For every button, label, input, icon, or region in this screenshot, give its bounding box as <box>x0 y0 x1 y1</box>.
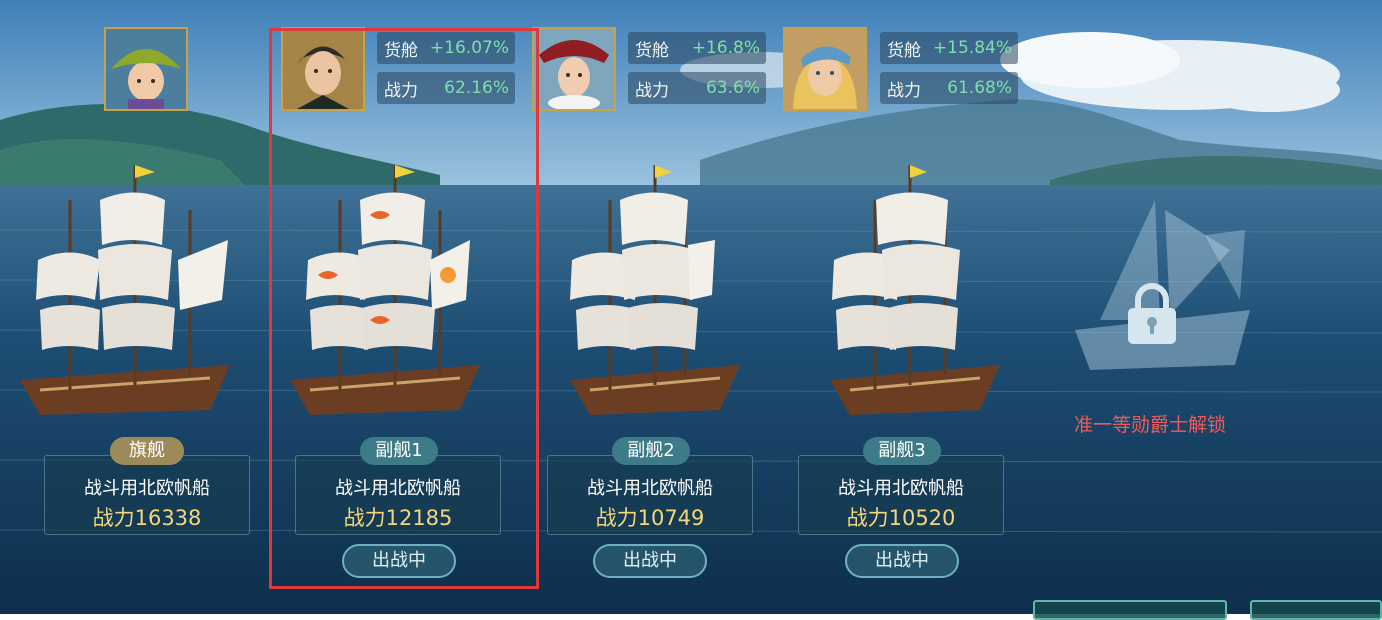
escort-ship-2-illustration <box>570 165 740 415</box>
ship-power: 战力10749 <box>595 506 705 530</box>
flagship-card[interactable]: 战斗用北欧帆船 战力16338 <box>44 455 250 535</box>
captain-green-hat-icon <box>106 29 186 109</box>
escort-ship-3-illustration <box>830 165 1000 415</box>
bottom-action-button-1[interactable] <box>1033 600 1227 620</box>
captain-red-hat-icon <box>534 29 614 109</box>
escort-ship-2-deploy-button[interactable]: 出战中 <box>593 544 707 578</box>
stat-label: 货舱 <box>635 40 669 61</box>
ship-power: 战力16338 <box>92 506 202 530</box>
escort-ship-2-tag: 副舰2 <box>612 437 690 465</box>
escort-ship-3-deploy-button[interactable]: 出战中 <box>845 544 959 578</box>
stat-label: 战力 <box>887 80 921 101</box>
stat-label: 战力 <box>635 80 669 101</box>
ship-name: 战斗用北欧帆船 <box>587 478 713 499</box>
escort-ship-3-card[interactable]: 战斗用北欧帆船 战力10520 <box>798 455 1004 535</box>
unlock-requirement-text: 准一等勋爵士解锁 <box>1073 414 1226 436</box>
flagship-illustration <box>20 165 230 415</box>
selected-ship-highlight <box>269 28 539 589</box>
escort-3-power-bonus: 战力 61.68% <box>880 72 1018 104</box>
escort-3-captain-avatar[interactable] <box>783 27 867 111</box>
ship-power: 战力10520 <box>846 506 956 530</box>
escort-ship-2-card[interactable]: 战斗用北欧帆船 战力10749 <box>547 455 753 535</box>
flagship-tag: 旗舰 <box>110 437 184 465</box>
stat-value: +15.84% <box>932 38 1012 58</box>
escort-2-cargo-bonus: 货舱 +16.8% <box>628 32 766 64</box>
ship-name: 战斗用北欧帆船 <box>838 478 964 499</box>
escort-3-cargo-bonus: 货舱 +15.84% <box>880 32 1018 64</box>
stat-label: 货舱 <box>887 40 921 61</box>
ship-name: 战斗用北欧帆船 <box>84 478 210 499</box>
stat-value: +16.8% <box>691 38 760 58</box>
escort-2-captain-avatar[interactable] <box>532 27 616 111</box>
stat-value: 61.68% <box>947 78 1012 98</box>
flagship-captain-avatar[interactable] <box>104 27 188 111</box>
escort-2-power-bonus: 战力 63.6% <box>628 72 766 104</box>
captain-blue-bandana-icon <box>785 29 865 109</box>
lock-icon <box>1128 283 1176 344</box>
bottom-action-button-2[interactable] <box>1250 600 1382 620</box>
stat-value: 63.6% <box>705 78 760 98</box>
fleet-screen: 准一等勋爵士解锁 货舱 +16.07% 战力 62.16% 货舱 +16.8% … <box>0 0 1382 620</box>
escort-ship-3-tag: 副舰3 <box>863 437 941 465</box>
